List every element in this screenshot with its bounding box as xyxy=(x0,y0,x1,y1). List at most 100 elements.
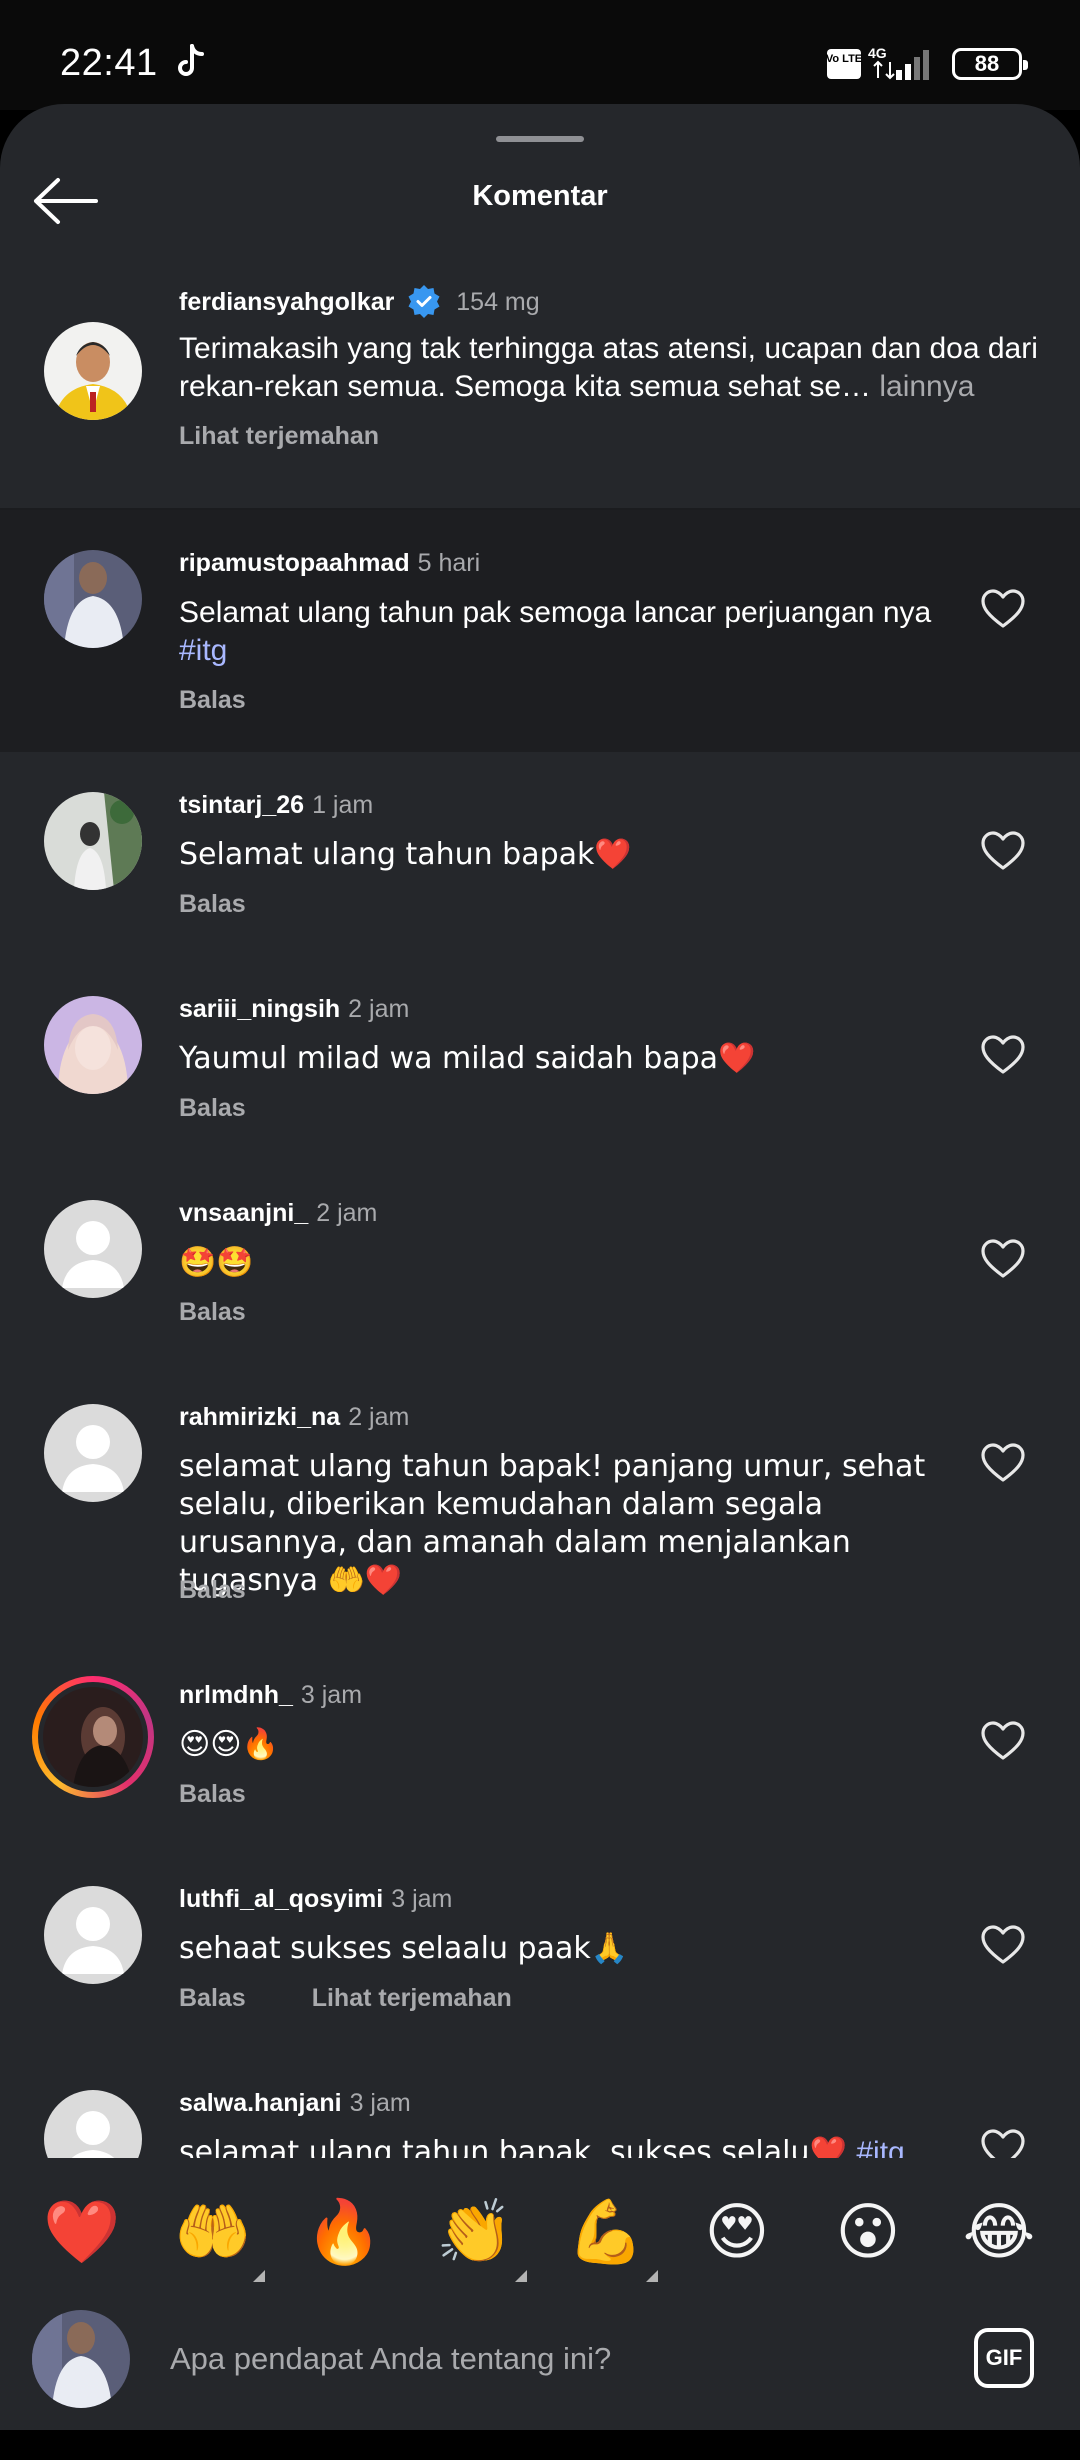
avatar[interactable] xyxy=(44,1404,142,1502)
comment-header: ferdiansyahgolkar 154 mg xyxy=(179,284,540,318)
comment-body: 🤩🤩 xyxy=(179,1245,254,1280)
heart-icon[interactable] xyxy=(980,1720,1026,1762)
comment-body: Yaumul milad wa milad saidah bapa❤️ xyxy=(179,1041,756,1076)
comment-header: luthfi_al_qosyimi 3 jam xyxy=(179,1884,452,1914)
status-bar: 22:41 Vo LTE 4G 88 xyxy=(0,0,1080,110)
signal-icon: 4G xyxy=(868,45,929,80)
comment-input[interactable]: Apa pendapat Anda tentang ini? xyxy=(170,2324,930,2394)
comment-actions: Balas xyxy=(179,1780,312,1809)
reply-button[interactable]: Balas xyxy=(179,1576,246,1604)
comment-actions: Balas Lihat terjemahan xyxy=(179,1984,578,2013)
heart-icon[interactable] xyxy=(980,1034,1026,1076)
quick-emoji-heart[interactable]: ❤️ xyxy=(36,2186,128,2278)
emoji-glyph: 💪 xyxy=(567,2195,645,2268)
avatar[interactable] xyxy=(44,1886,142,1984)
status-time: 22:41 xyxy=(60,42,158,84)
heart-icon[interactable] xyxy=(980,588,1026,630)
quick-emoji-laughing[interactable]: 😂 xyxy=(953,2186,1045,2278)
comment-text: Selamat ulang tahun bapak❤️ xyxy=(179,836,939,874)
volte-icon: Vo LTE xyxy=(826,48,862,80)
quick-reaction-bar: ❤️ 🤲 🔥 👏 💪 😍 😮 😂 xyxy=(0,2158,1080,2298)
comment-actions: Balas xyxy=(179,1094,312,1123)
drag-handle[interactable] xyxy=(496,136,584,142)
system-nav-bar xyxy=(0,2430,1080,2460)
caption-actions: Lihat terjemahan xyxy=(179,422,445,451)
quick-emoji-muscle[interactable]: 💪 xyxy=(560,2186,658,2282)
composer-area: ❤️ 🤲 🔥 👏 💪 😍 😮 😂 Apa pendapat Anda tenta… xyxy=(0,2158,1080,2460)
comment-text: Yaumul milad wa milad saidah bapa❤️ xyxy=(179,1040,939,1078)
comment-body: sehaat sukses selaalu paak🙏 xyxy=(179,1931,629,1966)
avatar[interactable] xyxy=(44,1200,142,1298)
timestamp: 5 hari xyxy=(417,549,481,577)
reply-button[interactable]: Balas xyxy=(179,1780,246,1808)
avatar[interactable] xyxy=(44,996,142,1094)
translate-link[interactable]: Lihat terjemahan xyxy=(179,422,379,450)
reply-button[interactable]: Balas xyxy=(179,1298,246,1326)
my-avatar[interactable] xyxy=(32,2310,130,2408)
heart-icon[interactable] xyxy=(980,830,1026,872)
username[interactable]: tsintarj_26 xyxy=(179,791,304,819)
avatar[interactable] xyxy=(44,792,142,890)
username[interactable]: vnsaanjni_ xyxy=(179,1199,308,1227)
avatar[interactable] xyxy=(44,322,142,420)
timestamp: 154 mg xyxy=(456,288,540,316)
comment-header: salwa.hanjani 3 jam xyxy=(179,2088,411,2118)
comment-text: 🤩🤩 xyxy=(179,1244,939,1282)
comment-header: ripamustopaahmad 5 hari xyxy=(179,548,480,578)
comment-header: nrlmdnh_ 3 jam xyxy=(179,1680,362,1710)
username[interactable]: salwa.hanjani xyxy=(179,2089,342,2117)
skin-tone-indicator xyxy=(646,2270,658,2282)
username[interactable]: luthfi_al_qosyimi xyxy=(179,1885,383,1913)
timestamp: 3 jam xyxy=(349,2089,411,2117)
reply-button[interactable]: Balas xyxy=(179,1094,246,1122)
comment-actions: Balas xyxy=(179,1576,312,1605)
reply-button[interactable]: Balas xyxy=(179,686,246,714)
comment-header: rahmirizki_na 2 jam xyxy=(179,1402,409,1432)
comment-header: tsintarj_26 1 jam xyxy=(179,790,373,820)
comment-body: Selamat ulang tahun bapak❤️ xyxy=(179,837,632,872)
comment-body: 😍😍🔥 xyxy=(179,1727,279,1762)
comment-composer: Apa pendapat Anda tentang ini? GIF xyxy=(0,2298,1080,2430)
timestamp: 1 jam xyxy=(312,791,374,819)
more-link[interactable]: lainnya xyxy=(871,370,974,403)
quick-emoji-clap[interactable]: 👏 xyxy=(429,2186,527,2282)
quick-emoji-surprised[interactable]: 😮 xyxy=(822,2186,914,2278)
emoji-glyph: 👏 xyxy=(436,2195,514,2268)
username[interactable]: ripamustopaahmad xyxy=(179,549,410,577)
comment-body: Selamat ulang tahun pak semoga lancar pe… xyxy=(179,596,932,629)
caption-text: Terimakasih yang tak terhingga atas aten… xyxy=(179,330,1059,406)
comment-actions: Balas xyxy=(179,890,312,919)
quick-emoji-fire[interactable]: 🔥 xyxy=(298,2186,390,2278)
hashtag-link[interactable]: #itg xyxy=(179,634,227,667)
tiktok-icon xyxy=(178,44,204,76)
timestamp: 2 jam xyxy=(348,1403,410,1431)
reply-button[interactable]: Balas xyxy=(179,890,246,918)
quick-emoji-heart-eyes[interactable]: 😍 xyxy=(691,2186,783,2278)
username[interactable]: sariii_ningsih xyxy=(179,995,340,1023)
username[interactable]: nrlmdnh_ xyxy=(179,1681,293,1709)
timestamp: 2 jam xyxy=(316,1199,378,1227)
heart-icon[interactable] xyxy=(980,1924,1026,1966)
skin-tone-indicator xyxy=(515,2270,527,2282)
comment-header: sariii_ningsih 2 jam xyxy=(179,994,409,1024)
reply-button[interactable]: Balas xyxy=(179,1984,246,2012)
comment-text: sehaat sukses selaalu paak🙏 xyxy=(179,1930,939,1968)
heart-icon[interactable] xyxy=(980,1442,1026,1484)
heart-icon[interactable] xyxy=(980,1238,1026,1280)
page-title: Komentar xyxy=(472,180,608,212)
comment-text: 😍😍🔥 xyxy=(179,1726,939,1764)
quick-emoji-raising-hands[interactable]: 🤲 xyxy=(167,2186,265,2282)
timestamp: 3 jam xyxy=(391,1885,453,1913)
battery-indicator: 88 xyxy=(952,48,1028,80)
username[interactable]: rahmirizki_na xyxy=(179,1403,340,1431)
avatar[interactable] xyxy=(44,550,142,648)
gif-button[interactable]: GIF xyxy=(974,2328,1034,2388)
username[interactable]: ferdiansyahgolkar xyxy=(179,288,394,316)
network-label: 4G xyxy=(868,45,887,61)
comment-actions: Balas xyxy=(179,1298,312,1327)
translate-link[interactable]: Lihat terjemahan xyxy=(312,1984,512,2012)
avatar-story-ring[interactable] xyxy=(32,1676,154,1798)
verified-badge-icon xyxy=(408,285,440,318)
comment-actions: Balas xyxy=(179,686,312,715)
comments-sheet: Komentar ferdiansyahgolkar 154 mg Terima… xyxy=(0,104,1080,2460)
